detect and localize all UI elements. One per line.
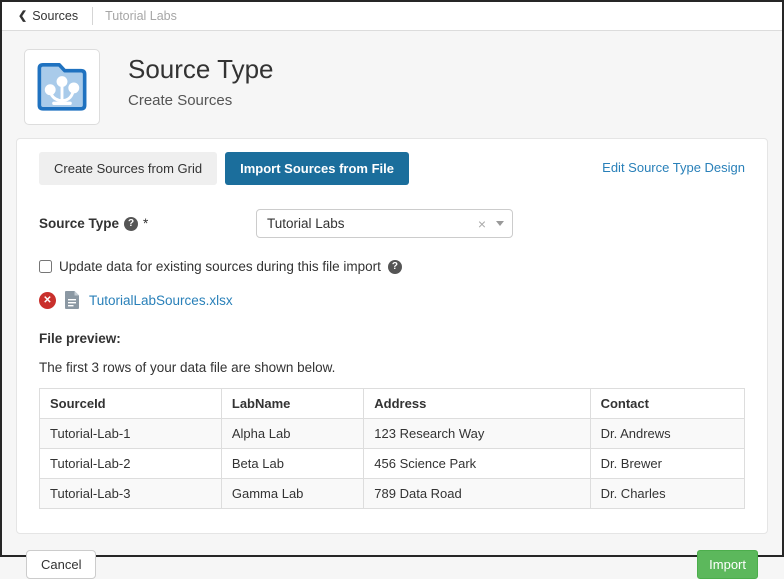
attached-file-row: ✕ TutorialLabSources.xlsx bbox=[39, 291, 745, 309]
attached-file-link[interactable]: TutorialLabSources.xlsx bbox=[89, 293, 233, 308]
cell-sourceid: Tutorial-Lab-1 bbox=[40, 419, 222, 449]
cell-address: 456 Science Park bbox=[364, 449, 590, 479]
cell-labname: Gamma Lab bbox=[221, 479, 363, 509]
cell-contact: Dr. Brewer bbox=[590, 449, 744, 479]
sources-folder-icon bbox=[33, 60, 91, 114]
column-header-contact: Contact bbox=[590, 389, 744, 419]
breadcrumb-back-link[interactable]: ❮ Sources bbox=[14, 9, 82, 23]
help-icon[interactable]: ? bbox=[388, 260, 402, 274]
cell-address: 789 Data Road bbox=[364, 479, 590, 509]
column-header-sourceid: SourceId bbox=[40, 389, 222, 419]
cell-contact: Dr. Charles bbox=[590, 479, 744, 509]
tab-group: Create Sources from Grid Import Sources … bbox=[39, 152, 409, 185]
source-type-icon-card bbox=[24, 49, 100, 125]
column-header-labname: LabName bbox=[221, 389, 363, 419]
chevron-left-icon: ❮ bbox=[18, 11, 27, 22]
breadcrumb-current: Tutorial Labs bbox=[105, 9, 177, 23]
tab-import-sources-from-file[interactable]: Import Sources from File bbox=[225, 152, 409, 185]
breadcrumb: ❮ Sources Tutorial Labs bbox=[2, 2, 782, 31]
table-row: Tutorial-Lab-3 Gamma Lab 789 Data Road D… bbox=[40, 479, 745, 509]
cell-address: 123 Research Way bbox=[364, 419, 590, 449]
cell-contact: Dr. Andrews bbox=[590, 419, 744, 449]
file-preview-description: The first 3 rows of your data file are s… bbox=[39, 360, 745, 375]
file-preview-heading: File preview: bbox=[39, 331, 745, 346]
column-header-address: Address bbox=[364, 389, 590, 419]
table-row: Tutorial-Lab-2 Beta Lab 456 Science Park… bbox=[40, 449, 745, 479]
cell-sourceid: Tutorial-Lab-2 bbox=[40, 449, 222, 479]
page-subtitle: Create Sources bbox=[128, 92, 274, 109]
source-type-selected-value: Tutorial Labs bbox=[267, 216, 478, 231]
page-title: Source Type bbox=[128, 55, 274, 85]
cell-labname: Beta Lab bbox=[221, 449, 363, 479]
source-type-field-label: Source Type ? * bbox=[39, 216, 256, 231]
import-button[interactable]: Import bbox=[697, 550, 758, 579]
file-icon bbox=[65, 291, 80, 309]
cancel-button[interactable]: Cancel bbox=[26, 550, 96, 579]
table-row: Tutorial-Lab-1 Alpha Lab 123 Research Wa… bbox=[40, 419, 745, 449]
tab-create-sources-from-grid[interactable]: Create Sources from Grid bbox=[39, 152, 217, 185]
update-existing-checkbox[interactable] bbox=[39, 260, 52, 273]
edit-source-type-design-link[interactable]: Edit Source Type Design bbox=[602, 160, 745, 175]
import-panel: Create Sources from Grid Import Sources … bbox=[16, 138, 768, 534]
cell-labname: Alpha Lab bbox=[221, 419, 363, 449]
update-existing-row: Update data for existing sources during … bbox=[39, 259, 745, 274]
breadcrumb-divider bbox=[92, 7, 93, 25]
source-type-select[interactable]: Tutorial Labs × bbox=[256, 209, 513, 238]
cell-sourceid: Tutorial-Lab-3 bbox=[40, 479, 222, 509]
table-header-row: SourceId LabName Address Contact bbox=[40, 389, 745, 419]
page-header: Source Type Create Sources bbox=[16, 49, 768, 125]
remove-file-icon[interactable]: ✕ bbox=[39, 292, 56, 309]
file-preview-table: SourceId LabName Address Contact Tutoria… bbox=[39, 388, 745, 509]
required-marker: * bbox=[143, 216, 148, 231]
breadcrumb-back-label: Sources bbox=[32, 9, 78, 23]
update-existing-label: Update data for existing sources during … bbox=[59, 259, 381, 274]
help-icon[interactable]: ? bbox=[124, 217, 138, 231]
clear-selection-icon[interactable]: × bbox=[478, 216, 486, 232]
chevron-down-icon[interactable] bbox=[496, 221, 504, 226]
